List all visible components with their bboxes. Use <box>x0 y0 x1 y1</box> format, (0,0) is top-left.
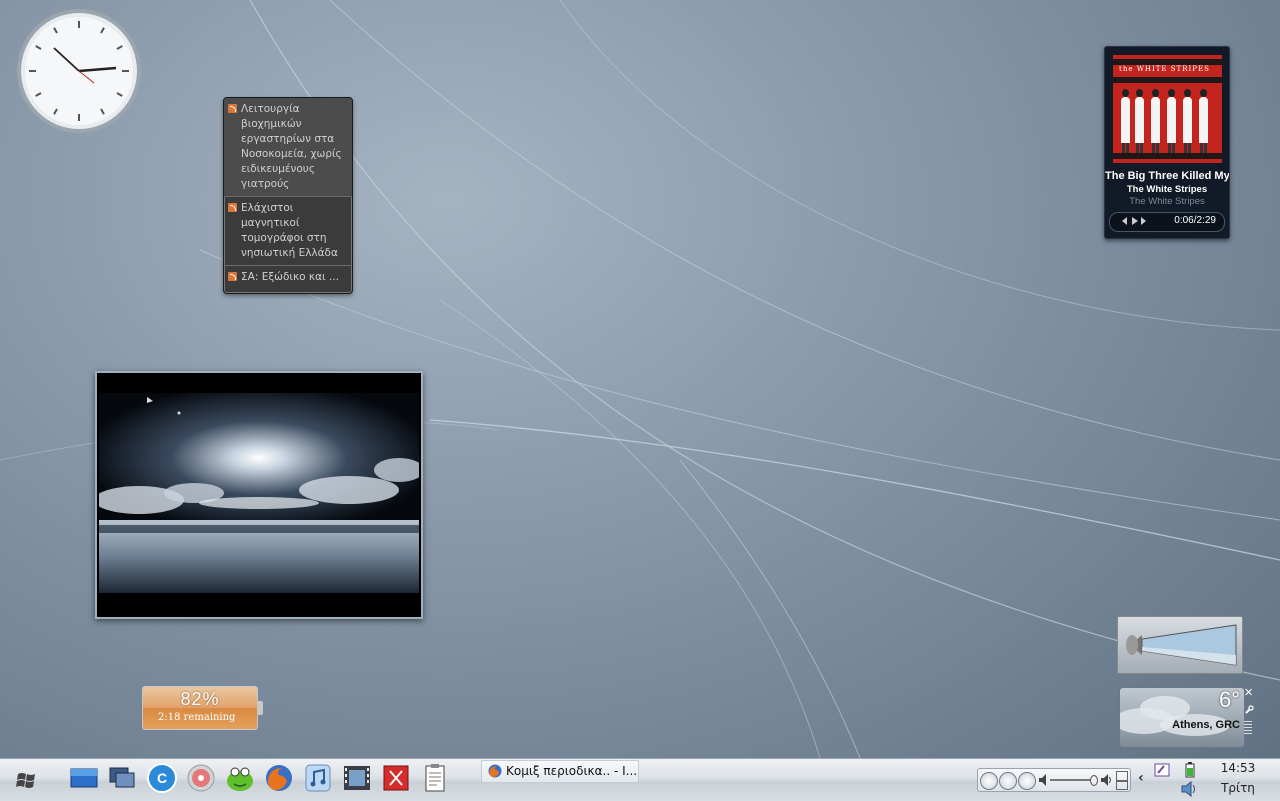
feed-headlines-gadget[interactable]: Λειτουργία βιοχημικών εργαστηρίων στα Νο… <box>223 97 353 294</box>
taskbar-window-title: Κομιξ περιοδικα.. - I... <box>506 764 638 778</box>
previous-button[interactable] <box>980 772 998 790</box>
album-art: the WHITE STRIPES <box>1113 55 1222 163</box>
drag-handle[interactable] <box>1244 721 1252 735</box>
firefox-icon <box>488 764 502 778</box>
volume-gadget[interactable] <box>1117 616 1243 674</box>
volume-thumb[interactable] <box>1090 775 1098 786</box>
feed-item-title: Ελάχιστοι μαγνητικοί τομογράφοι στη νησι… <box>241 202 338 259</box>
clipboard-icon[interactable] <box>419 762 451 794</box>
volume-slider[interactable] <box>1118 617 1242 673</box>
feed-item-title: Λειτουργία βιοχημικών εργαστηρίων στα Νο… <box>241 103 342 190</box>
cd-burner-icon[interactable] <box>185 762 217 794</box>
weather-temperature: 6° <box>1218 687 1240 712</box>
song-title: The Big Three Killed My <box>1105 170 1229 182</box>
svg-text:C: C <box>157 770 167 786</box>
feed-item[interactable]: Λειτουργία βιοχημικών εργαστηρίων στα Νο… <box>224 98 352 197</box>
weather-gadget[interactable]: 6° Athens, GRC <box>1119 687 1245 748</box>
play-icon[interactable] <box>1132 217 1138 225</box>
movie-maker-icon[interactable] <box>341 762 373 794</box>
player-controls: 0:06/2:29 <box>1109 212 1225 232</box>
media-player-gadget[interactable]: the WHITE STRIPES The Big Three Killed M… <box>1104 46 1230 239</box>
taskbar: C Κομιξ περιοδικα.. - I... ‹ 14:53 Τρίτη <box>0 758 1280 801</box>
pause-button[interactable] <box>999 772 1017 790</box>
battery-percent: 82% <box>180 689 220 709</box>
slideshow-photo <box>99 375 419 615</box>
clock-time[interactable]: 14:53 <box>1216 761 1260 775</box>
ccleaner-icon[interactable]: C <box>146 762 178 794</box>
restore-icon[interactable] <box>1116 771 1128 781</box>
artist-name: The White Stripes <box>1126 184 1208 195</box>
close-icon[interactable]: ✕ <box>1244 687 1254 698</box>
firefox-icon[interactable] <box>263 762 295 794</box>
taskbar-window-button[interactable]: Κομιξ περιοδικα.. - I... <box>481 760 639 783</box>
start-button[interactable] <box>16 770 38 790</box>
battery-remaining: 2:18 remaining <box>158 712 236 723</box>
previous-icon[interactable] <box>1122 217 1127 225</box>
clock-day[interactable]: Τρίτη <box>1216 781 1260 795</box>
next-button[interactable] <box>1018 772 1036 790</box>
itunes-icon[interactable] <box>302 762 334 794</box>
rss-icon <box>228 203 237 212</box>
volume-track[interactable] <box>1050 779 1094 781</box>
rss-icon <box>228 104 237 113</box>
next-icon[interactable] <box>1141 217 1146 225</box>
volume-icon[interactable] <box>1181 781 1199 797</box>
feed-item[interactable]: ΣΑ: Εξώδικο και ... <box>224 266 352 289</box>
desktop[interactable]: Λειτουργία βιοχημικών εργαστηρίων στα Νο… <box>0 0 1280 758</box>
acrobat-icon[interactable] <box>380 762 412 794</box>
battery-terminal <box>258 701 263 715</box>
album-art-text: the WHITE STRIPES <box>1119 65 1210 73</box>
battery-icon[interactable] <box>1184 761 1196 779</box>
show-hidden-icons-chevron-icon[interactable]: ‹ <box>1138 770 1144 786</box>
speaker-loud-icon <box>1101 774 1111 786</box>
battery-meter-gadget[interactable]: 82% 2:18 remaining <box>142 686 263 730</box>
feed-item[interactable]: Ελάχιστοι μαγνητικοί τομογράφοι στη νησι… <box>224 197 352 266</box>
show-desktop-icon[interactable] <box>68 762 100 794</box>
album-name: The White Stripes <box>1129 196 1205 207</box>
clock-gadget[interactable] <box>16 8 142 134</box>
play-time: 0:06/2:29 <box>1174 215 1216 226</box>
speaker-icon[interactable] <box>1038 773 1048 787</box>
feed-item-title: ΣΑ: Εξώδικο και ... <box>241 271 339 283</box>
rss-icon <box>228 272 237 281</box>
tablet-input-icon[interactable] <box>1153 761 1171 779</box>
media-player-toolbar <box>977 768 1131 792</box>
wrench-icon[interactable] <box>1244 705 1254 715</box>
switch-windows-icon[interactable] <box>107 762 139 794</box>
frog-app-icon[interactable] <box>224 762 256 794</box>
dropdown-icon[interactable] <box>1116 781 1128 790</box>
weather-location: Athens, GRC <box>1172 719 1240 731</box>
slideshow-gadget[interactable] <box>95 371 423 619</box>
